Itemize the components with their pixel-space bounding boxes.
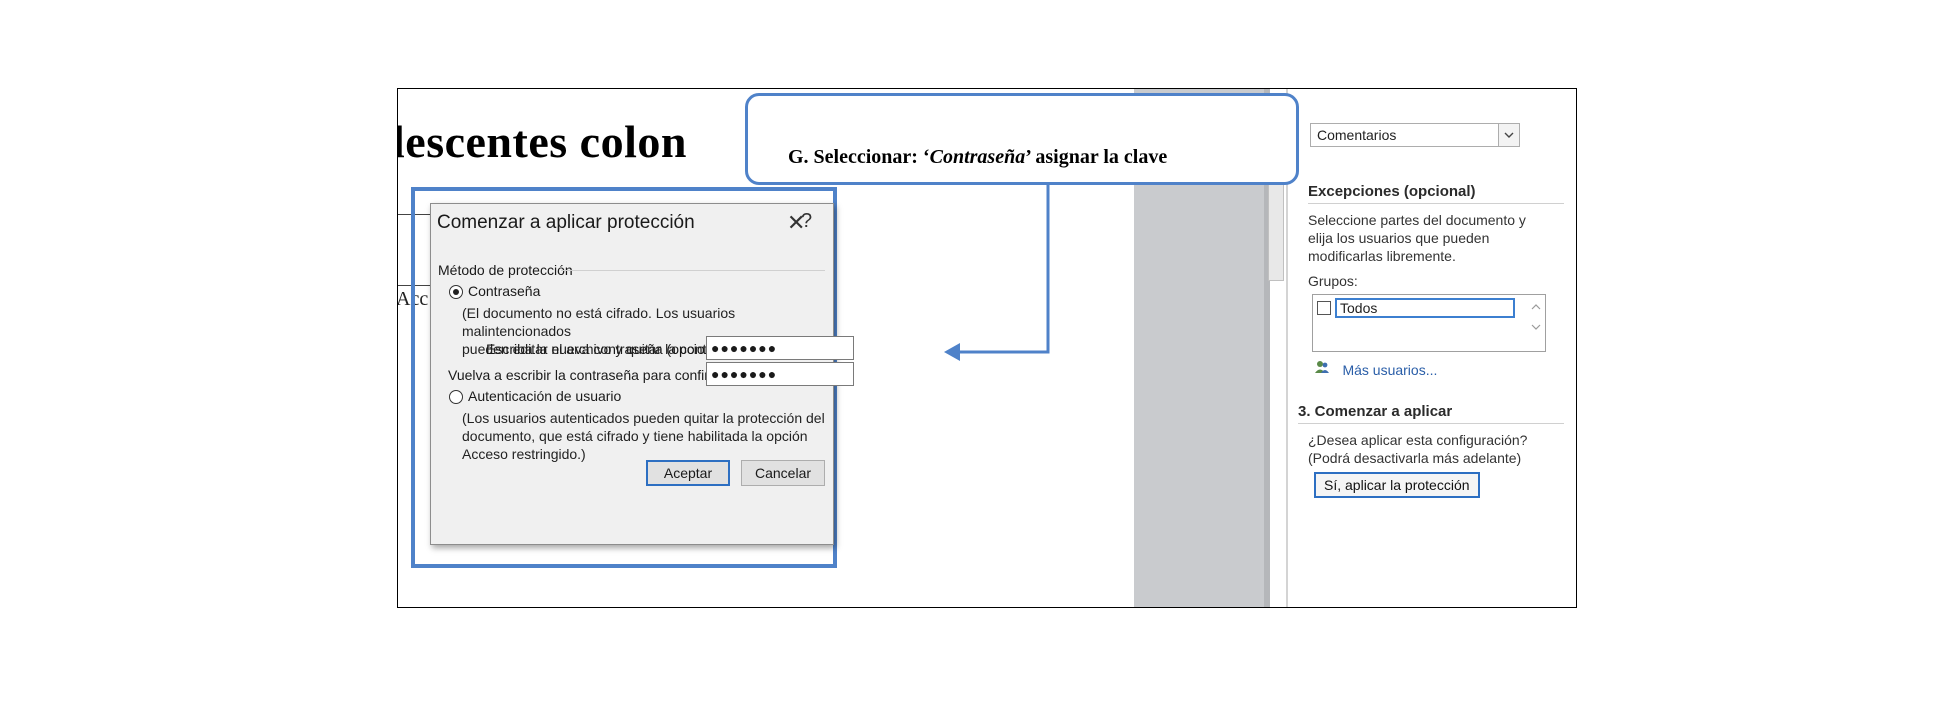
exceptions-description: Seleccione partes del documento y elija … [1308, 211, 1526, 265]
callout-prefix: G. Seleccionar: ‘ [788, 146, 930, 168]
user-authentication-radio[interactable] [449, 390, 463, 404]
groups-label: Grupos: [1308, 273, 1358, 289]
new-password-field[interactable]: ●●●●●●● [706, 336, 854, 360]
chevron-down-icon [1531, 324, 1541, 330]
dialog-title: Comenzar a aplicar protección [437, 212, 695, 233]
cancel-button[interactable]: Cancelar [741, 460, 825, 486]
divider [1298, 423, 1564, 424]
protection-method-label: Método de protección [438, 262, 573, 278]
document-heading: lescentes colon [397, 116, 687, 167]
callout-suffix: ’ asignar la clave [1025, 146, 1168, 168]
description-line: (Podrá desactivarla más adelante) [1308, 450, 1522, 466]
start-protection-dialog: Comenzar a aplicar protección ? ✕ Método… [430, 203, 854, 545]
callout-text: G. Seleccionar: ‘Contraseña’ asignar la … [788, 146, 1167, 169]
description-line: elija los usuarios que pueden [1308, 230, 1490, 246]
password-radio[interactable] [449, 285, 463, 299]
groups-scrollbar[interactable] [1531, 299, 1541, 339]
password-option-label[interactable]: Contraseña [468, 283, 540, 299]
description-line: (Los usuarios autenticados pueden quitar… [462, 410, 825, 426]
description-line: documento, que está cifrado y tiene habi… [462, 428, 808, 444]
description-line: Seleccione partes del documento y [1308, 212, 1526, 228]
users-icon [1314, 361, 1334, 379]
select-value: Comentarios [1317, 127, 1397, 143]
step3-description: ¿Desea aplicar esta configuración? (Podr… [1308, 431, 1527, 467]
groups-list: Todos [1312, 294, 1546, 352]
group-item-todos[interactable]: Todos [1335, 298, 1515, 318]
description-line: ¿Desea aplicar esta configuración? [1308, 432, 1528, 448]
chevron-up-icon [1531, 304, 1541, 310]
more-users-label: Más usuarios... [1342, 362, 1438, 378]
callout-emphasis: Contraseña [929, 146, 1026, 168]
restrict-editing-pane: Comentarios Excepciones (opcional) Selec… [1288, 89, 1576, 607]
editing-restriction-select[interactable]: Comentarios [1310, 123, 1520, 147]
apply-protection-button[interactable]: Sí, aplicar la protección [1314, 472, 1480, 498]
description-line: (El documento no está cifrado. Los usuar… [462, 305, 736, 339]
user-authentication-option-label[interactable]: Autenticación de usuario [468, 388, 621, 404]
user-authentication-description: (Los usuarios autenticados pueden quitar… [462, 409, 825, 463]
more-users-link[interactable]: Más usuarios... [1314, 359, 1437, 380]
instruction-callout: G. Seleccionar: ‘Contraseña’ asignar la … [745, 93, 1299, 185]
group-checkbox[interactable] [1317, 301, 1331, 315]
divider [1308, 203, 1564, 204]
confirm-password-label: Vuelva a escribir la contraseña para con… [448, 367, 737, 383]
description-line: modificarlas libremente. [1308, 248, 1456, 264]
close-icon[interactable]: ✕ [787, 210, 805, 236]
new-password-label: Escriba la nueva contraseña (opcional): [486, 341, 732, 357]
vertical-scrollbar-thumb[interactable] [1268, 179, 1284, 281]
step3-heading: 3. Comenzar a aplicar [1298, 403, 1453, 420]
chevron-down-icon[interactable] [1498, 124, 1519, 146]
exceptions-heading: Excepciones (opcional) [1308, 183, 1476, 200]
ok-button[interactable]: Aceptar [646, 460, 730, 486]
confirm-password-field[interactable]: ●●●●●●● [706, 362, 854, 386]
divider [561, 270, 825, 271]
